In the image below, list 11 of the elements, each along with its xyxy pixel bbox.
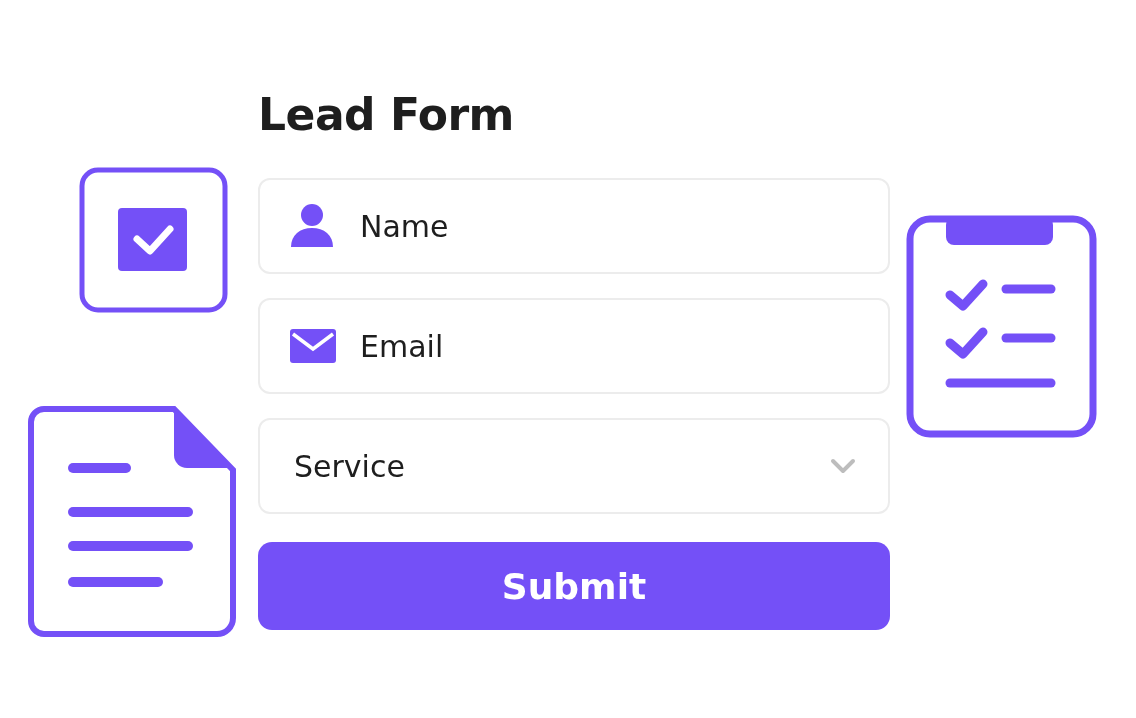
email-field[interactable]: Email <box>258 298 890 394</box>
name-field[interactable]: Name <box>258 178 890 274</box>
checkbox-icon <box>79 167 228 313</box>
service-dropdown[interactable]: Service <box>258 418 890 514</box>
clipboard-checklist-icon <box>906 215 1097 438</box>
person-icon <box>290 203 334 249</box>
envelope-icon <box>290 329 336 363</box>
form-title: Lead Form <box>258 88 515 142</box>
chevron-down-icon <box>830 458 856 474</box>
document-icon <box>28 406 236 637</box>
submit-button[interactable]: Submit <box>258 542 890 630</box>
